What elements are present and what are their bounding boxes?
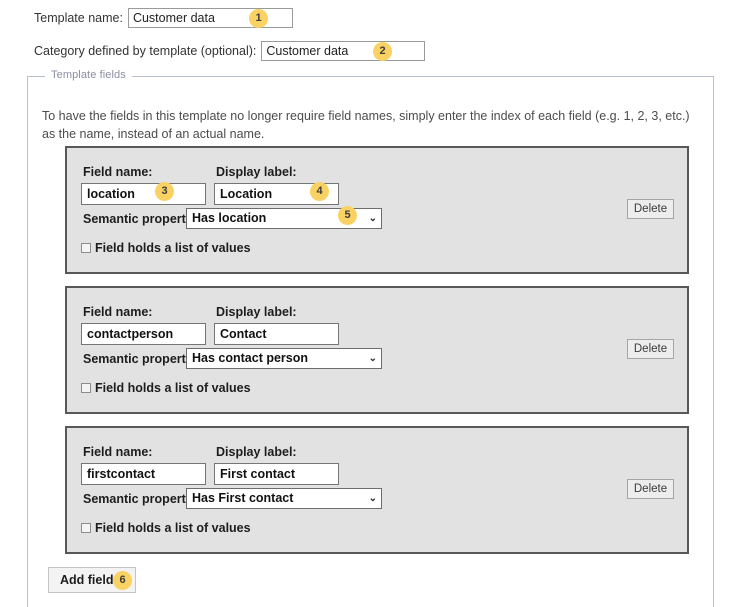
display-label-label: Display label: (216, 165, 297, 179)
field-name-input[interactable]: firstcontact (81, 463, 206, 485)
field-name-input[interactable]: location (81, 183, 206, 205)
list-of-values-row[interactable]: Field holds a list of values (81, 381, 251, 395)
chevron-down-icon: ⌄ (368, 353, 377, 364)
semantic-property-value: Has location (192, 211, 267, 225)
display-label-input[interactable]: First contact (214, 463, 339, 485)
template-name-row: Template name: Customer data (34, 8, 293, 28)
semantic-property-select[interactable]: Has location ⌄ (186, 208, 382, 229)
list-of-values-checkbox[interactable] (81, 523, 91, 533)
list-of-values-row[interactable]: Field holds a list of values (81, 521, 251, 535)
field-group: Field name: Display label: location Loca… (65, 146, 689, 274)
list-of-values-label: Field holds a list of values (95, 381, 251, 395)
template-name-label: Template name: (34, 11, 123, 25)
list-of-values-row[interactable]: Field holds a list of values (81, 241, 251, 255)
display-label-input[interactable]: Location (214, 183, 339, 205)
field-group: Field name: Display label: firstcontact … (65, 426, 689, 554)
field-name-label: Field name: (83, 445, 153, 459)
field-group: Field name: Display label: contactperson… (65, 286, 689, 414)
semantic-property-label: Semantic property: (83, 492, 197, 506)
semantic-property-select[interactable]: Has First contact ⌄ (186, 488, 382, 509)
template-fields-fieldset: Template fields To have the fields in th… (27, 69, 714, 607)
semantic-property-label: Semantic property: (83, 212, 197, 226)
display-label-label: Display label: (216, 305, 297, 319)
semantic-property-value: Has First contact (192, 491, 294, 505)
semantic-property-select[interactable]: Has contact person ⌄ (186, 348, 382, 369)
delete-field-button[interactable]: Delete (627, 339, 674, 359)
display-label-input[interactable]: Contact (214, 323, 339, 345)
delete-field-button[interactable]: Delete (627, 199, 674, 219)
field-name-input[interactable]: contactperson (81, 323, 206, 345)
list-of-values-label: Field holds a list of values (95, 521, 251, 535)
list-of-values-checkbox[interactable] (81, 383, 91, 393)
chevron-down-icon: ⌄ (368, 213, 377, 224)
category-input[interactable]: Customer data (261, 41, 426, 61)
template-fields-intro-text: To have the fields in this template no l… (42, 109, 690, 141)
template-name-input[interactable]: Customer data (127, 8, 293, 28)
list-of-values-checkbox[interactable] (81, 243, 91, 253)
chevron-down-icon: ⌄ (368, 493, 377, 504)
category-row: Category defined by template (optional):… (34, 41, 426, 61)
field-name-label: Field name: (83, 165, 153, 179)
category-label: Category defined by template (optional): (34, 44, 257, 58)
add-field-button[interactable]: Add field (48, 567, 136, 593)
semantic-property-label: Semantic property: (83, 352, 197, 366)
field-name-label: Field name: (83, 305, 153, 319)
list-of-values-label: Field holds a list of values (95, 241, 251, 255)
semantic-property-value: Has contact person (192, 351, 309, 365)
delete-field-button[interactable]: Delete (627, 479, 674, 499)
display-label-label: Display label: (216, 445, 297, 459)
template-fields-legend: Template fields (45, 69, 132, 81)
